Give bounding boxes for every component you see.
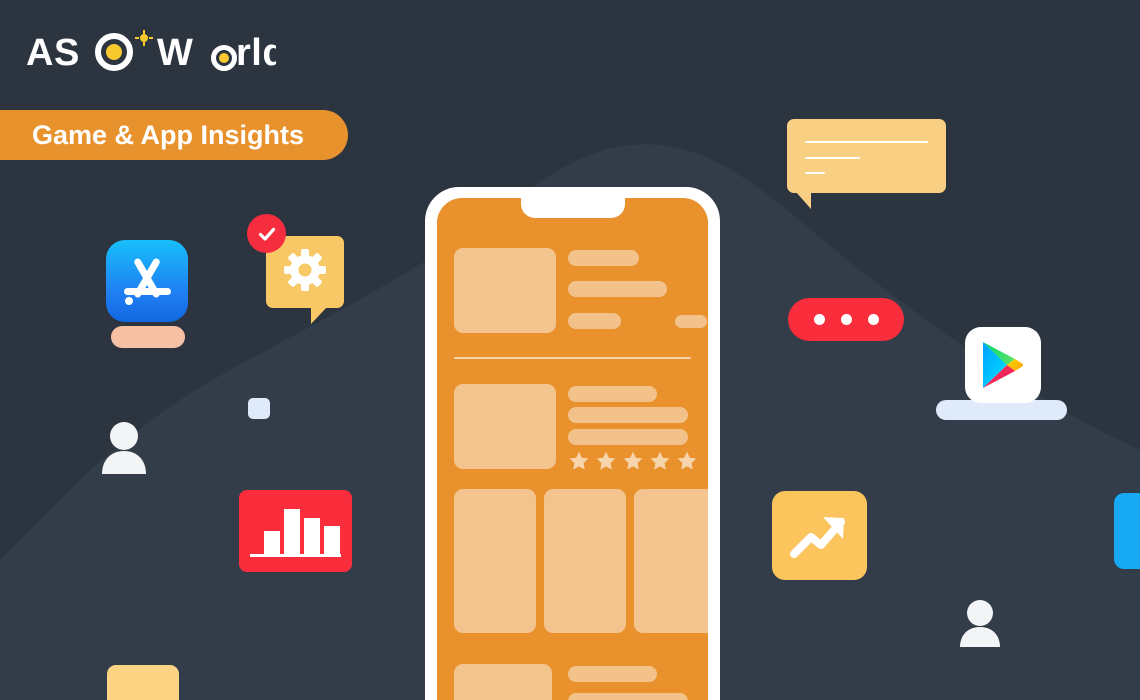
user-icon xyxy=(960,600,1000,647)
description-line-2 xyxy=(568,407,688,423)
related-app-line-2 xyxy=(568,693,688,700)
logo-text-rld: rld xyxy=(236,32,276,74)
logo-dot-o1 xyxy=(106,44,122,60)
brand-logo[interactable]: AS W rld xyxy=(26,30,276,76)
bar-chart-icon xyxy=(250,509,341,557)
note-card[interactable] xyxy=(107,665,179,700)
avatar xyxy=(956,598,1004,653)
description-line-3 xyxy=(568,429,688,445)
star-icon xyxy=(623,451,643,470)
logo-sparkle-icon xyxy=(135,30,153,46)
accent-card[interactable] xyxy=(1114,493,1140,569)
star-icon xyxy=(650,451,670,470)
phone-notch xyxy=(520,198,625,218)
app-meta-line xyxy=(568,313,621,329)
app-icon-placeholder xyxy=(454,248,556,333)
screenshot-tile[interactable] xyxy=(634,489,708,633)
chat-text-line xyxy=(805,157,860,159)
google-play-icon-shadow xyxy=(936,400,1067,420)
preview-image-placeholder xyxy=(454,384,556,469)
screenshot-tile[interactable] xyxy=(544,489,626,633)
app-title-line xyxy=(568,250,639,266)
trending-up-icon xyxy=(789,516,845,558)
category-banner-label: Game & App Insights xyxy=(32,120,305,150)
app-subtitle-line xyxy=(568,281,667,297)
dot-icon xyxy=(840,314,852,325)
chat-text-line xyxy=(805,141,928,143)
dot-icon xyxy=(813,314,825,325)
check-badge[interactable] xyxy=(247,214,286,253)
dot-icon xyxy=(867,314,879,325)
related-app-line-1 xyxy=(568,666,657,682)
google-play-icon[interactable] xyxy=(965,327,1041,403)
user-icon xyxy=(102,422,146,474)
review-chat-bubble-tail xyxy=(796,192,811,209)
description-line-1 xyxy=(568,386,657,402)
settings-bubble-tail xyxy=(311,307,327,324)
gear-center-hole xyxy=(298,263,312,277)
placeholder-tile xyxy=(248,398,270,419)
growth-trend-tile[interactable] xyxy=(772,491,867,580)
check-icon xyxy=(258,227,275,241)
related-app-icon xyxy=(454,664,552,700)
avatar xyxy=(100,420,148,480)
star-icon xyxy=(677,451,697,470)
phone-mockup xyxy=(425,187,720,700)
app-store-glyph xyxy=(124,258,171,305)
get-button-placeholder[interactable] xyxy=(675,315,707,328)
star-rating xyxy=(568,450,698,472)
review-chat-bubble[interactable] xyxy=(787,119,946,193)
star-icon xyxy=(596,451,616,470)
google-play-glyph xyxy=(983,342,1023,388)
logo-text-aso: AS xyxy=(26,32,80,74)
star-icon xyxy=(569,451,589,470)
screenshot-tile[interactable] xyxy=(454,489,536,633)
app-store-icon-shadow xyxy=(111,326,185,348)
analytics-chart-tile[interactable] xyxy=(239,490,352,572)
category-banner[interactable]: Game & App Insights xyxy=(0,110,349,160)
section-divider xyxy=(454,357,691,359)
aso-world-logo-mark: AS W rld xyxy=(26,30,276,74)
logo-text-w: W xyxy=(157,32,193,74)
aso-world-banner-illustration: AS W rld Game & App Insights xyxy=(0,0,1140,700)
logo-dot-o2 xyxy=(219,53,229,63)
chat-text-line xyxy=(805,172,825,174)
more-options-pill[interactable] xyxy=(788,298,904,341)
app-store-icon[interactable] xyxy=(106,240,188,322)
phone-screen xyxy=(437,198,708,700)
